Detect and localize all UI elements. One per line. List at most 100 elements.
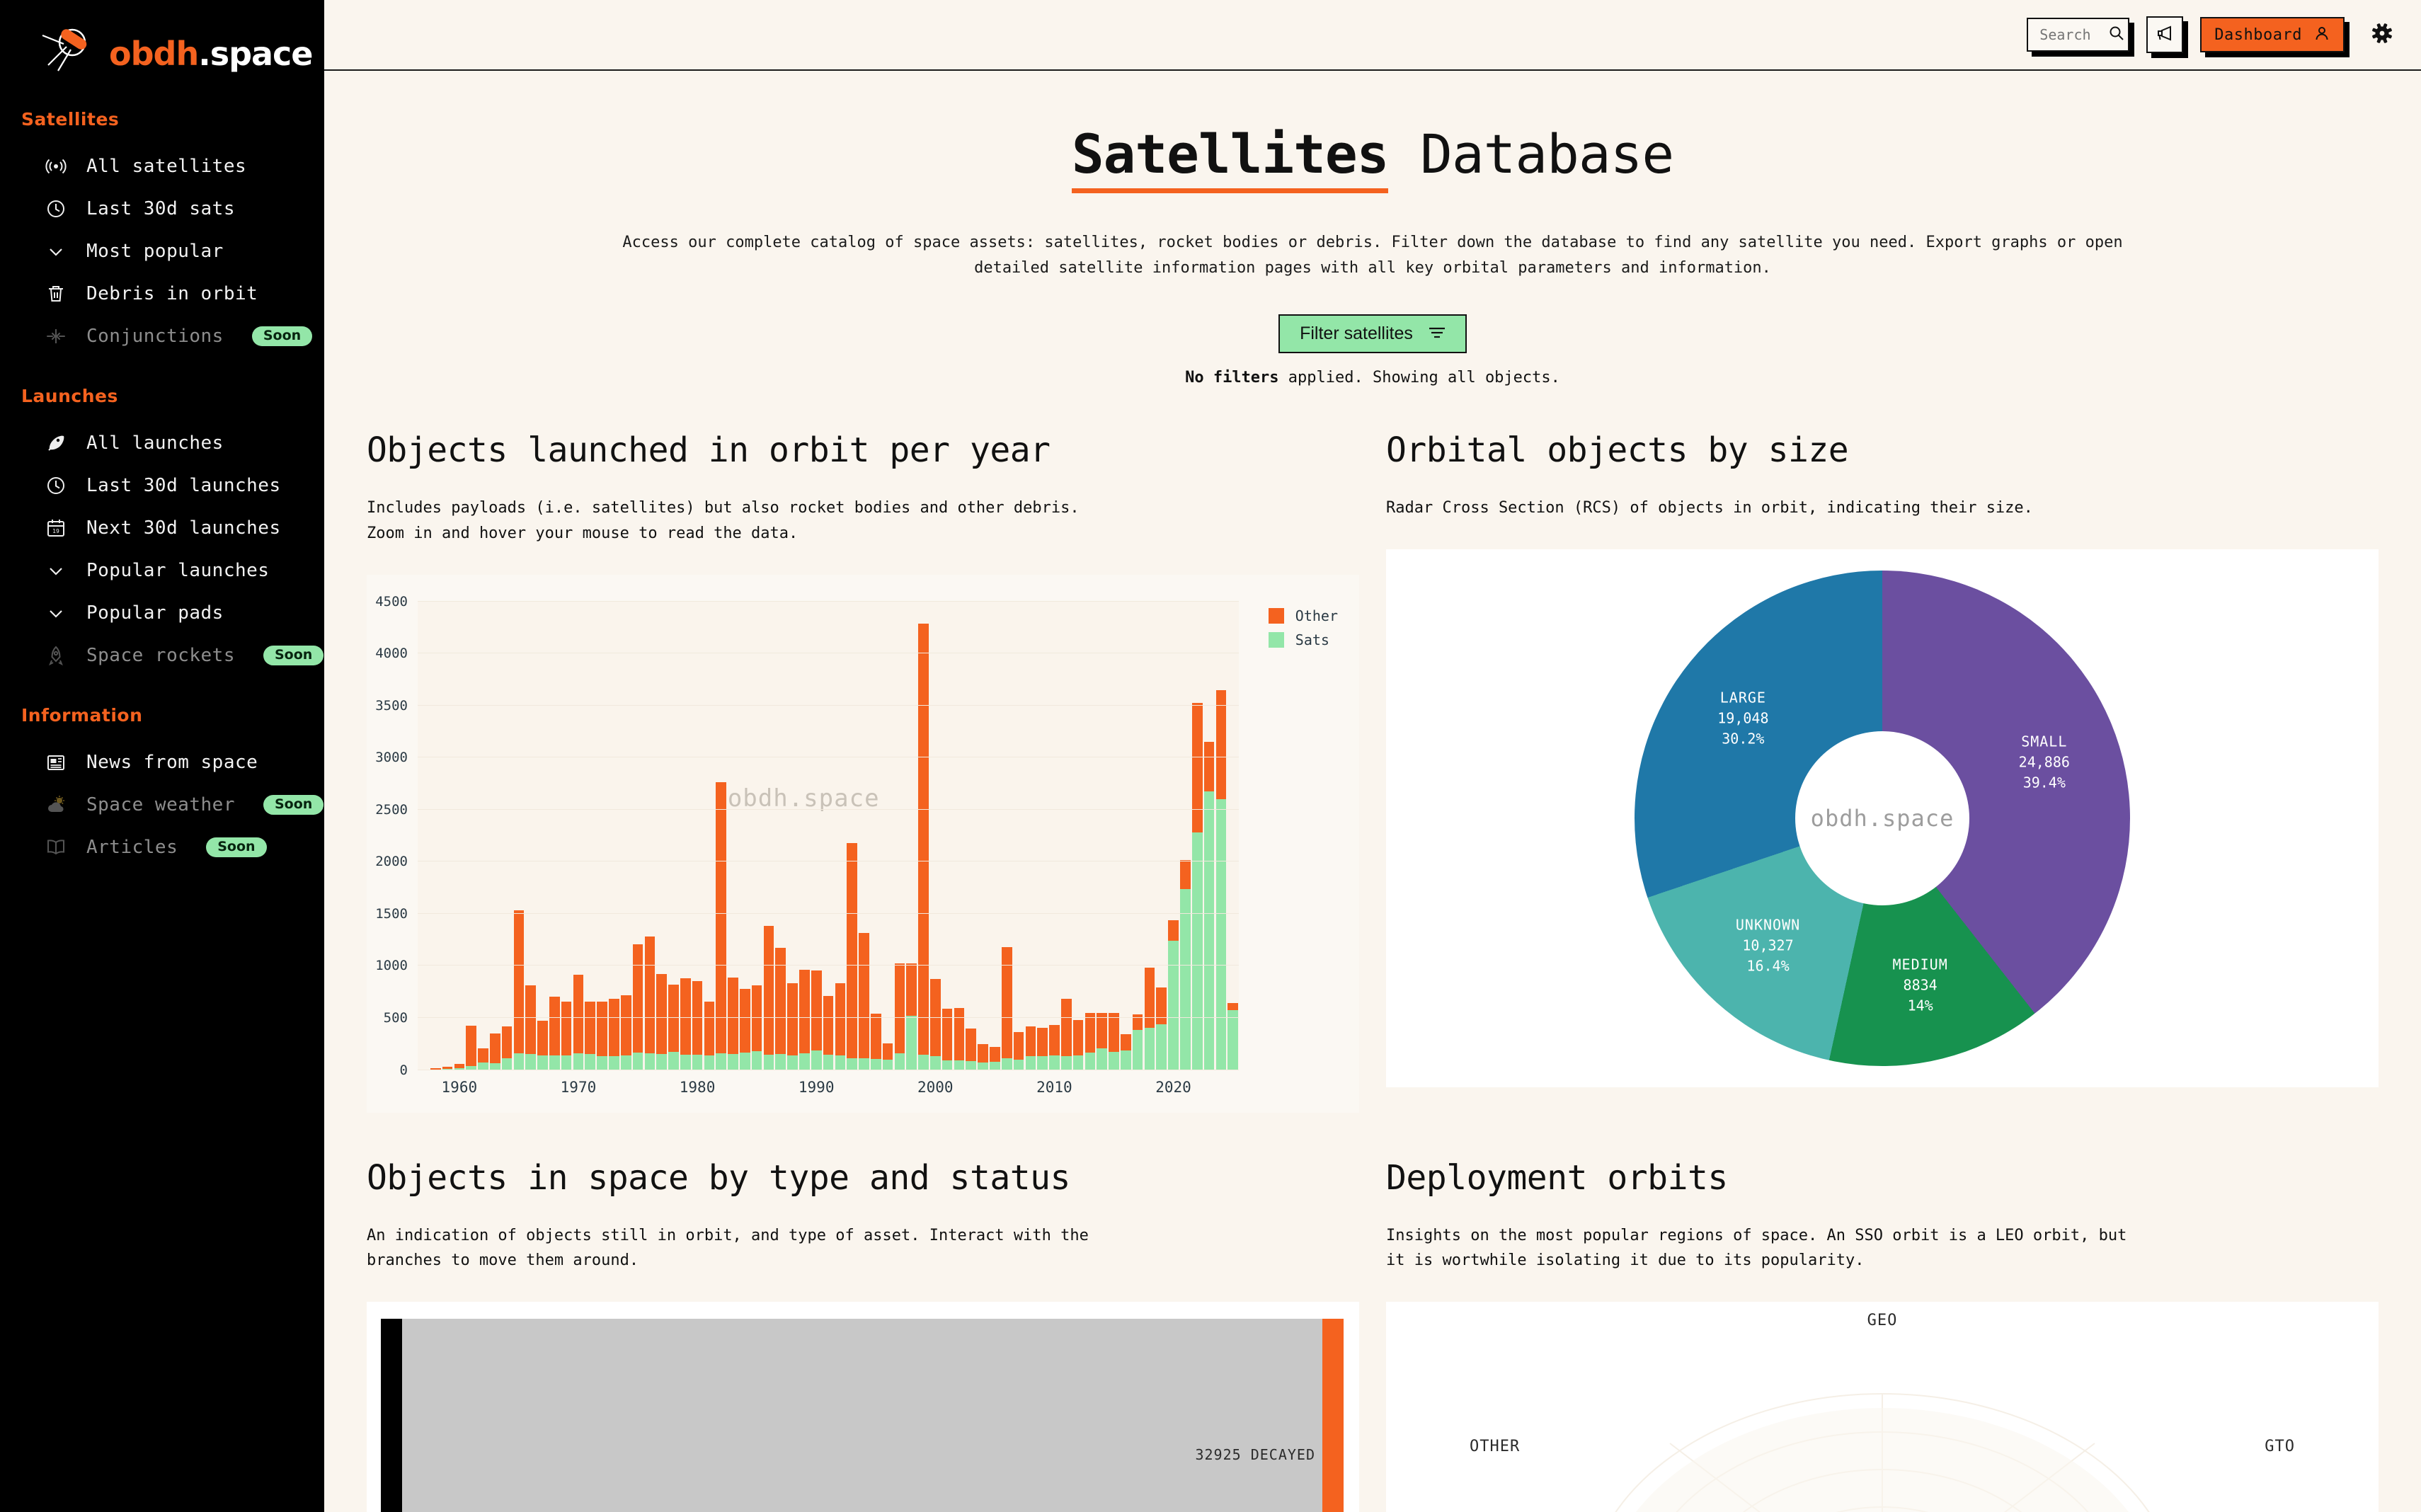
bar-1975[interactable] <box>632 602 644 1070</box>
sidebar-item-all-launches[interactable]: All launches <box>0 422 324 464</box>
search-input[interactable] <box>2039 26 2101 43</box>
search-box[interactable] <box>2027 18 2130 52</box>
bar-1983[interactable] <box>727 602 739 1070</box>
bar-2019[interactable] <box>1155 602 1167 1070</box>
bar-1993[interactable] <box>846 602 858 1070</box>
bar-2022[interactable] <box>1191 602 1203 1070</box>
bar-2002[interactable] <box>954 602 966 1070</box>
sidebar-item-news-from-space[interactable]: News from space <box>0 741 324 784</box>
sankey-node-decayed[interactable] <box>1322 1318 1344 1512</box>
bar-2024[interactable] <box>1215 602 1227 1070</box>
sidebar-item-all-satellites[interactable]: All satellites <box>0 145 324 188</box>
sidebar-item-space-weather[interactable]: Space weather Soon <box>0 784 324 826</box>
bar-2012[interactable] <box>1072 602 1084 1070</box>
filter-satellites-button[interactable]: Filter satellites <box>1278 314 1467 354</box>
bar-1971[interactable] <box>584 602 596 1070</box>
bar-1966[interactable] <box>525 602 537 1070</box>
sankey-chart[interactable]: 63095 TOTAL 32925 DECAYED <box>367 1301 1359 1512</box>
bar-1984[interactable] <box>739 602 751 1070</box>
bar-1973[interactable] <box>608 602 620 1070</box>
bar-1962[interactable] <box>477 602 489 1070</box>
bar-2008[interactable] <box>1024 602 1036 1070</box>
sidebar-item-last-30d-sats[interactable]: Last 30d sats <box>0 188 324 230</box>
legend-item-sats[interactable]: Sats <box>1268 631 1338 648</box>
bar-1958[interactable] <box>430 602 442 1070</box>
bar-1978[interactable] <box>668 602 680 1070</box>
bar-1999[interactable] <box>917 602 929 1070</box>
announcements-button[interactable] <box>2146 16 2184 53</box>
bar-1981[interactable] <box>704 602 716 1070</box>
bar-2016[interactable] <box>1120 602 1132 1070</box>
bar-2025[interactable] <box>1227 602 1239 1070</box>
settings-button[interactable] <box>2371 23 2393 47</box>
card-description: Includes payloads (i.e. satellites) but … <box>367 499 1080 542</box>
bar-1994[interactable] <box>858 602 870 1070</box>
bar-2014[interactable] <box>1096 602 1108 1070</box>
sidebar-item-articles[interactable]: Articles Soon <box>0 826 324 869</box>
legend-item-other[interactable]: Other <box>1268 607 1338 624</box>
sankey-node-total[interactable] <box>381 1318 402 1512</box>
bar-2023[interactable] <box>1203 602 1215 1070</box>
bar-1988[interactable] <box>786 602 799 1070</box>
sidebar-item-popular-launches[interactable]: Popular launches <box>0 549 324 592</box>
bar-2021[interactable] <box>1179 602 1191 1070</box>
bar-1965[interactable] <box>513 602 525 1070</box>
bar-2006[interactable] <box>1001 602 1013 1070</box>
bar-2000[interactable] <box>929 602 942 1070</box>
bar-1959[interactable] <box>442 602 454 1070</box>
bar-2020[interactable] <box>1167 602 1179 1070</box>
sidebar-item-most-popular[interactable]: Most popular <box>0 230 324 273</box>
bar-1969[interactable] <box>561 602 573 1070</box>
sidebar-item-popular-pads[interactable]: Popular pads <box>0 592 324 634</box>
bar-segment-sats <box>823 1055 834 1070</box>
bar-1957[interactable] <box>418 602 430 1070</box>
bar-1960[interactable] <box>453 602 465 1070</box>
bar-1976[interactable] <box>643 602 656 1070</box>
bar-1977[interactable] <box>656 602 668 1070</box>
bar-chart[interactable]: obdh.space 0 500 1000 1500 2000 2500 3000 3500 4… <box>367 574 1359 1113</box>
bar-1985[interactable] <box>751 602 763 1070</box>
bar-1974[interactable] <box>620 602 632 1070</box>
brand-logo[interactable]: obdh.space <box>0 0 324 81</box>
bar-1963[interactable] <box>489 602 501 1070</box>
sidebar-item-conjunctions[interactable]: Conjunctions Soon <box>0 315 324 357</box>
sidebar-item-space-rockets[interactable]: Space rockets Soon <box>0 634 324 677</box>
bar-1989[interactable] <box>799 602 811 1070</box>
sidebar-item-debris-in-orbit[interactable]: Debris in orbit <box>0 273 324 315</box>
bar-1980[interactable] <box>692 602 704 1070</box>
sidebar-item-last-30d-launches[interactable]: Last 30d launches <box>0 464 324 507</box>
bar-2004[interactable] <box>977 602 989 1070</box>
bar-1972[interactable] <box>596 602 608 1070</box>
bar-1964[interactable] <box>501 602 513 1070</box>
polar-chart[interactable]: GEO GTO OTHER <box>1386 1301 2379 1512</box>
bar-1998[interactable] <box>905 602 917 1070</box>
bar-2011[interactable] <box>1060 602 1072 1070</box>
bar-2013[interactable] <box>1084 602 1097 1070</box>
bar-1979[interactable] <box>680 602 692 1070</box>
bar-2003[interactable] <box>965 602 977 1070</box>
bar-2009[interactable] <box>1036 602 1048 1070</box>
bar-1982[interactable] <box>715 602 727 1070</box>
bar-1995[interactable] <box>870 602 882 1070</box>
dashboard-button[interactable]: Dashboard <box>2200 17 2345 52</box>
bar-1987[interactable] <box>774 602 786 1070</box>
bar-1961[interactable] <box>465 602 477 1070</box>
bar-1997[interactable] <box>894 602 906 1070</box>
bar-2007[interactable] <box>1013 602 1025 1070</box>
bar-1992[interactable] <box>834 602 846 1070</box>
bar-1970[interactable] <box>573 602 585 1070</box>
bar-2005[interactable] <box>989 602 1001 1070</box>
bar-1996[interactable] <box>882 602 894 1070</box>
bar-2018[interactable] <box>1144 602 1156 1070</box>
bar-2010[interactable] <box>1048 602 1060 1070</box>
bar-1968[interactable] <box>549 602 561 1070</box>
donut-chart[interactable]: obdh.space SMALL 24,886 39.4% MEDIUM 8834 14%… <box>1386 549 2379 1087</box>
bar-2015[interactable] <box>1108 602 1120 1070</box>
bar-1986[interactable] <box>763 602 775 1070</box>
bar-2017[interactable] <box>1132 602 1144 1070</box>
bar-1990[interactable] <box>811 602 823 1070</box>
sidebar-item-next-30d-launches[interactable]: 19 Next 30d launches <box>0 507 324 549</box>
bar-1967[interactable] <box>537 602 549 1070</box>
bar-2001[interactable] <box>942 602 954 1070</box>
bar-1991[interactable] <box>823 602 835 1070</box>
